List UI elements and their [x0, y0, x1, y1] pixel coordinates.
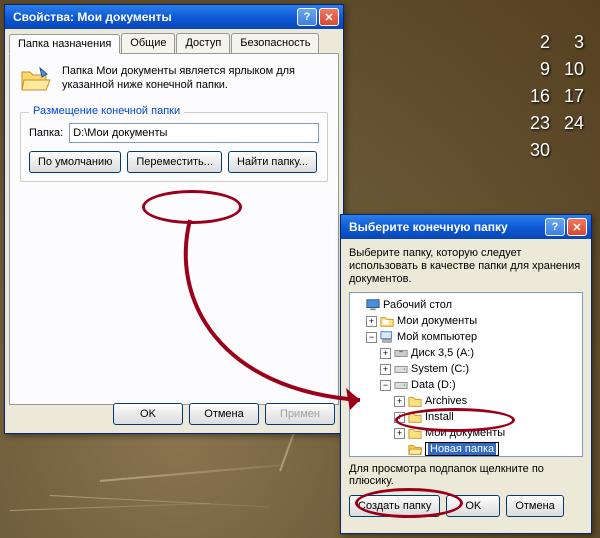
- folder-label: Папка:: [29, 127, 63, 139]
- tree-node-mycomputer[interactable]: − Мой компьютер: [352, 329, 580, 345]
- browse-folder-dialog: Выберите конечную папку ? ✕ Выберите пап…: [340, 214, 592, 534]
- collapse-icon[interactable]: −: [366, 332, 377, 343]
- collapse-icon[interactable]: −: [380, 380, 391, 391]
- tab-general[interactable]: Общие: [121, 33, 175, 53]
- drive-icon: [394, 378, 408, 392]
- tree-node-system-c[interactable]: + System (C:): [352, 361, 580, 377]
- tree-node-floppy[interactable]: + Диск 3,5 (A:): [352, 345, 580, 361]
- cancel-button[interactable]: Отмена: [189, 403, 259, 425]
- restore-default-button[interactable]: По умолчанию: [29, 151, 121, 173]
- find-folder-button[interactable]: Найти папку...: [228, 151, 317, 173]
- folder-icon: [408, 426, 422, 440]
- window-title: Выберите конечную папку: [345, 220, 545, 234]
- close-button[interactable]: ✕: [567, 218, 587, 236]
- folder-path-input[interactable]: [69, 123, 319, 143]
- instruction-text: Выберите папку, которую следует использо…: [349, 247, 583, 286]
- spacer: [394, 444, 405, 455]
- tree-node-data-d[interactable]: − Data (D:): [352, 377, 580, 393]
- target-group: Размещение конечной папки Папка: По умол…: [20, 112, 328, 182]
- tree-node-mydocs[interactable]: + Мои документы: [352, 313, 580, 329]
- expand-icon[interactable]: +: [366, 316, 377, 327]
- computer-icon: [380, 330, 394, 344]
- tree-node-desktop[interactable]: Рабочий стол: [352, 297, 580, 313]
- cancel-button[interactable]: Отмена: [506, 495, 563, 517]
- window-title: Свойства: Мои документы: [9, 10, 297, 24]
- ok-button[interactable]: OK: [446, 495, 500, 517]
- tab-target[interactable]: Папка назначения: [9, 34, 120, 54]
- move-button[interactable]: Переместить...: [127, 151, 222, 173]
- make-new-folder-button[interactable]: Создать папку: [349, 495, 440, 517]
- folder-icon: [408, 394, 422, 408]
- titlebar[interactable]: Свойства: Мои документы ? ✕: [5, 5, 343, 29]
- apply-button[interactable]: Примен: [265, 403, 335, 425]
- help-button[interactable]: ?: [297, 8, 317, 26]
- drive-icon: [394, 362, 408, 376]
- tab-security[interactable]: Безопасность: [231, 33, 319, 53]
- ok-button[interactable]: OK: [113, 403, 183, 425]
- floppy-drive-icon: [394, 346, 408, 360]
- desktop-icon: [366, 298, 380, 312]
- tree-node-mydocs-d[interactable]: + Мои документы: [352, 425, 580, 441]
- folder-shortcut-icon: [20, 64, 52, 96]
- group-title: Размещение конечной папки: [29, 105, 184, 117]
- rename-input[interactable]: Новая папка: [425, 442, 499, 456]
- close-button[interactable]: ✕: [319, 8, 339, 26]
- dialog-footer: OK Отмена Примен: [113, 403, 335, 425]
- hint-text: Для просмотра подпапок щелкните по плюси…: [349, 463, 583, 487]
- expand-icon[interactable]: +: [394, 412, 405, 423]
- spacer: [352, 300, 363, 311]
- help-button[interactable]: ?: [545, 218, 565, 236]
- properties-dialog: Свойства: Мои документы ? ✕ Папка назнач…: [4, 4, 344, 434]
- tab-strip: Папка назначения Общие Доступ Безопаснос…: [5, 29, 343, 53]
- expand-icon[interactable]: +: [380, 348, 391, 359]
- folder-tree[interactable]: Рабочий стол + Мои документы − Мой компь…: [349, 292, 583, 457]
- expand-icon[interactable]: +: [380, 364, 391, 375]
- folder-icon: [408, 410, 422, 424]
- tree-node-newfolder[interactable]: Новая папка: [352, 441, 580, 457]
- tab-panel: Папка Мои документы является ярлыком для…: [9, 53, 339, 405]
- tab-sharing[interactable]: Доступ: [176, 33, 230, 53]
- tree-node-install[interactable]: + Install: [352, 409, 580, 425]
- tree-node-archives[interactable]: + Archives: [352, 393, 580, 409]
- titlebar[interactable]: Выберите конечную папку ? ✕: [341, 215, 591, 239]
- expand-icon[interactable]: +: [394, 428, 405, 439]
- description-text: Папка Мои документы является ярлыком для…: [62, 64, 328, 92]
- folder-icon: [380, 314, 394, 328]
- expand-icon[interactable]: +: [394, 396, 405, 407]
- folder-open-icon: [408, 442, 422, 456]
- desktop-calendar: 23 910 1617 2324 30: [522, 28, 592, 165]
